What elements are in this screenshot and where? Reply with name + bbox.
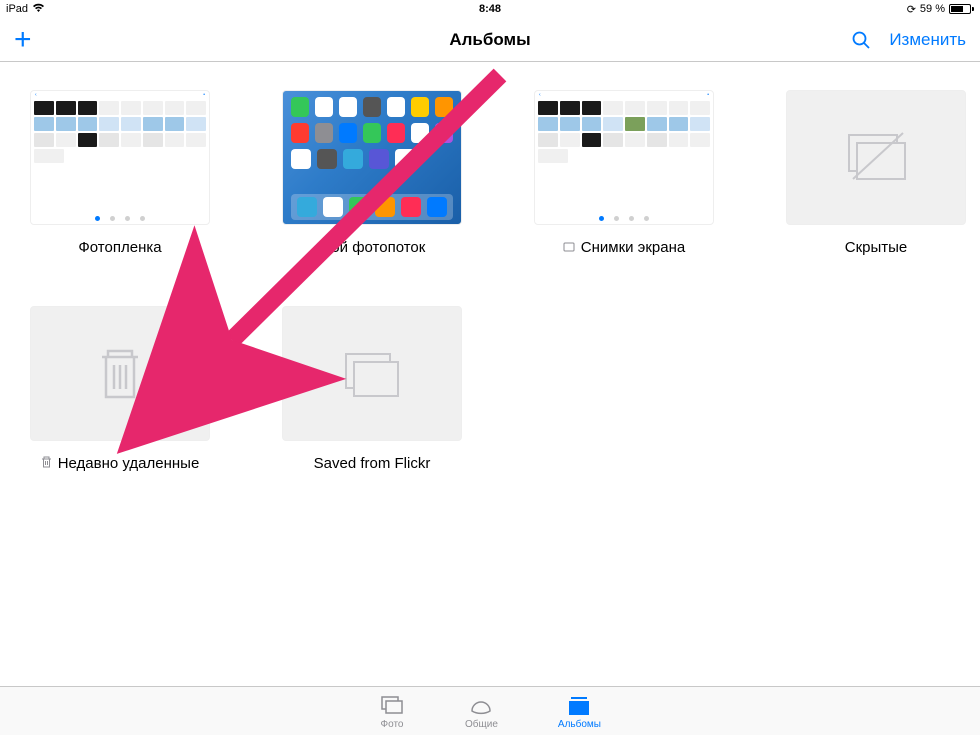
album-photostream[interactable]: Мой фотопоток [282, 90, 462, 256]
battery-percent: 59 % [920, 3, 945, 15]
orientation-lock-icon: ⟳ [907, 3, 916, 16]
tab-label: Фото [381, 719, 404, 730]
album-hidden[interactable]: Скрытые [786, 90, 966, 256]
search-button[interactable] [851, 30, 871, 50]
albums-tab-icon [566, 692, 592, 718]
album-label: Недавно удаленные [58, 455, 200, 472]
album-label: Фотопленка [78, 239, 161, 256]
album-label: Скрытые [845, 239, 908, 256]
album-label: Снимки экрана [581, 239, 685, 256]
shared-tab-icon [466, 692, 496, 718]
add-album-button[interactable]: + [14, 25, 32, 55]
trash-icon [41, 456, 52, 471]
device-icon [563, 240, 575, 255]
album-label: Мой фотопоток [319, 239, 426, 256]
album-thumbnail [30, 306, 210, 441]
album-thumbnail: ‹• [30, 90, 210, 225]
album-recently-deleted[interactable]: Недавно удаленные [30, 306, 210, 472]
photos-tab-icon [379, 692, 405, 718]
album-screenshots[interactable]: ‹• Снимки экрана [534, 90, 714, 256]
status-time: 8:48 [479, 3, 501, 15]
wifi-icon [32, 3, 45, 16]
tab-label: Общие [465, 719, 498, 730]
tab-label: Альбомы [558, 719, 601, 730]
nav-bar: + Альбомы Изменить [0, 18, 980, 62]
album-camera-roll[interactable]: ‹• Фотопленка [30, 90, 210, 256]
album-thumbnail [282, 90, 462, 225]
status-bar: iPad 8:48 ⟳ 59 % [0, 0, 980, 18]
album-thumbnail [786, 90, 966, 225]
album-thumbnail: ‹• [534, 90, 714, 225]
carrier-label: iPad [6, 3, 28, 15]
album-flickr[interactable]: Saved from Flickr [282, 306, 462, 472]
page-title: Альбомы [449, 30, 530, 50]
tab-albums[interactable]: Альбомы [558, 692, 601, 730]
album-thumbnail [282, 306, 462, 441]
battery-icon [949, 4, 974, 14]
albums-grid: ‹• Фотопленка Мой фот [0, 62, 980, 472]
tab-bar: Фото Общие Альбомы [0, 686, 980, 735]
tab-photos[interactable]: Фото [379, 692, 405, 730]
album-label: Saved from Flickr [314, 455, 431, 472]
edit-button[interactable]: Изменить [889, 30, 966, 50]
tab-shared[interactable]: Общие [465, 692, 498, 730]
